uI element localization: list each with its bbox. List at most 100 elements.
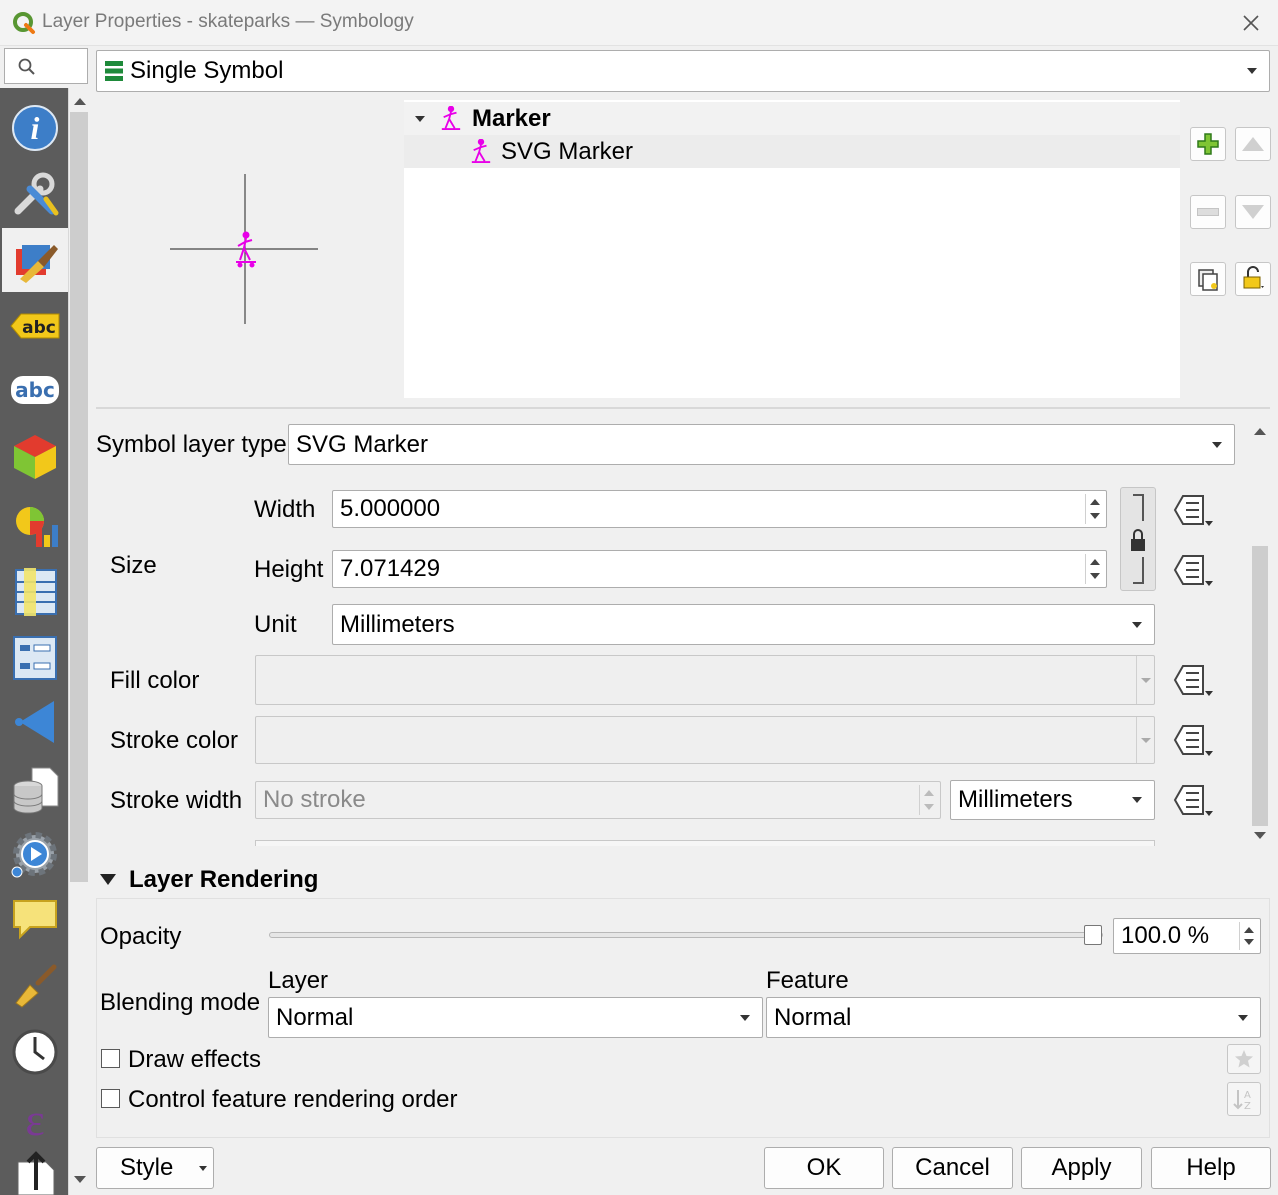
collapse-icon[interactable] (100, 874, 116, 885)
fill-color-label: Fill color (110, 667, 200, 694)
height-data-defined-button[interactable] (1168, 550, 1216, 590)
diagrams-icon (16, 507, 58, 547)
stroke-color-button[interactable] (255, 716, 1155, 764)
fill-color-data-defined-button[interactable] (1168, 660, 1216, 700)
duplicate-symbol-layer-button[interactable] (1190, 262, 1226, 296)
sidebar-item-source[interactable] (2, 162, 68, 226)
scroll-down-icon[interactable] (1254, 832, 1266, 839)
ok-button[interactable]: OK (764, 1147, 884, 1189)
stroke-color-label: Stroke color (110, 727, 239, 754)
close-icon[interactable] (1242, 14, 1260, 32)
stroke-width-stepper[interactable] (919, 785, 938, 815)
properties-scroll-thumb[interactable] (1252, 546, 1268, 826)
sidebar-scroll-thumb[interactable] (70, 112, 88, 882)
scroll-down-icon[interactable] (74, 1176, 86, 1183)
temporal-icon (12, 1029, 58, 1075)
remove-symbol-layer-button[interactable] (1190, 195, 1226, 229)
rendering-order-settings-button[interactable]: A Z (1227, 1082, 1261, 1116)
width-data-defined-button[interactable] (1168, 490, 1216, 530)
sidebar-item-variables[interactable]: ε (2, 1086, 68, 1150)
sidebar-item-metadata[interactable] (2, 1150, 68, 1195)
draw-effects-checkbox[interactable] (101, 1049, 120, 1068)
sidebar-item-fields[interactable] (2, 560, 68, 624)
move-down-button[interactable] (1235, 195, 1271, 229)
apply-button[interactable]: Apply (1021, 1147, 1142, 1189)
unit-label: Unit (254, 611, 297, 638)
svg-text:abc: abc (22, 318, 56, 338)
opacity-slider-handle[interactable] (1084, 925, 1102, 945)
stroke-color-data-defined-button[interactable] (1168, 720, 1216, 760)
sidebar-item-joins[interactable] (2, 690, 68, 754)
sidebar-item-actions[interactable] (2, 822, 68, 886)
marker-label: Marker (472, 105, 551, 132)
symbol-tree-row-marker[interactable]: Marker (404, 102, 1180, 135)
layer-rendering-title[interactable]: Layer Rendering (129, 866, 318, 894)
sort-icon: A Z (1233, 1090, 1251, 1111)
sidebar-item-information[interactable]: i (2, 96, 68, 160)
blending-layer-label: Layer (268, 967, 329, 994)
cancel-button[interactable]: Cancel (892, 1147, 1013, 1189)
qgis-logo-icon (13, 12, 35, 34)
add-symbol-layer-button[interactable] (1190, 127, 1226, 161)
symbology-icon (16, 245, 58, 283)
stroke-unit-select[interactable]: Millimeters (950, 780, 1155, 820)
symbol-layer-type-select[interactable]: SVG Marker (288, 424, 1235, 465)
move-up-button[interactable] (1235, 127, 1271, 161)
svg-text:A: A (1244, 1090, 1251, 1101)
sidebar-item-attributes-form[interactable] (2, 626, 68, 690)
lock-layer-color-button[interactable] (1235, 262, 1271, 296)
lock-icon (1243, 266, 1264, 289)
effects-settings-button[interactable] (1227, 1044, 1261, 1074)
fill-color-dropdown[interactable] (1136, 656, 1154, 704)
3d-view-icon (14, 435, 56, 479)
lock-aspect-ratio-button[interactable] (1120, 487, 1156, 591)
unit-select[interactable]: Millimeters (332, 604, 1155, 645)
renderer-select[interactable]: Single Symbol (96, 50, 1270, 92)
fill-color-button[interactable] (255, 655, 1155, 705)
rendering-order-checkbox[interactable] (101, 1089, 120, 1108)
sidebar-item-diagrams[interactable] (2, 492, 68, 556)
sidebar-item-symbology[interactable] (2, 228, 68, 292)
expand-icon[interactable] (415, 116, 425, 122)
width-spinbox[interactable]: 5.000000 (332, 490, 1107, 528)
sidebar-item-masks[interactable]: abc (2, 358, 68, 422)
stroke-color-dropdown[interactable] (1136, 717, 1154, 763)
stroke-width-spinbox[interactable]: No stroke (255, 781, 941, 819)
rendering-order-label[interactable]: Control feature rendering order (128, 1086, 458, 1114)
sidebar-item-3d-view[interactable] (2, 424, 68, 488)
blending-mode-label: Blending mode (100, 989, 261, 1016)
stroke-width-data-defined-button[interactable] (1168, 780, 1216, 820)
scroll-up-icon[interactable] (1254, 428, 1266, 435)
height-spinbox[interactable]: 7.071429 (332, 550, 1107, 588)
apply-button-label: Apply (1051, 1154, 1112, 1181)
properties-scrollbar[interactable] (1250, 418, 1270, 848)
stroke-width-placeholder: No stroke (263, 786, 366, 813)
masks-icon: abc (11, 376, 59, 404)
width-stepper[interactable] (1085, 494, 1104, 524)
height-stepper[interactable] (1085, 554, 1104, 584)
scroll-up-icon[interactable] (74, 98, 86, 105)
sidebar-item-temporal[interactable] (2, 1020, 68, 1084)
style-button[interactable]: Style (96, 1147, 214, 1189)
layer-blending-select[interactable]: Normal (268, 997, 763, 1038)
symbol-tree-row-svg-marker[interactable]: SVG Marker (404, 135, 1180, 168)
sidebar-item-labels[interactable]: abc (2, 294, 68, 358)
help-button[interactable]: Help (1151, 1147, 1271, 1189)
sidebar-item-display[interactable] (2, 886, 68, 950)
symbol-tree[interactable]: Marker SVG Marker (404, 100, 1180, 398)
actions-icon (11, 832, 57, 878)
sidebar-scrollbar[interactable] (68, 88, 90, 1195)
sidebar-item-rendering[interactable] (2, 954, 68, 1018)
splitter[interactable] (96, 407, 1270, 409)
search-input[interactable] (4, 48, 88, 84)
feature-blending-select[interactable]: Normal (766, 997, 1261, 1038)
opacity-slider[interactable] (269, 925, 1103, 945)
sidebar-item-auxiliary-storage[interactable] (2, 758, 68, 822)
draw-effects-label[interactable]: Draw effects (128, 1046, 261, 1074)
marker-symbol-icon (441, 106, 461, 130)
stroke-width-label: Stroke width (110, 787, 243, 814)
opacity-spinbox[interactable]: 100.0 % (1113, 918, 1261, 954)
plus-icon (1197, 133, 1219, 155)
svg-marker-label: SVG Marker (501, 138, 634, 165)
opacity-stepper[interactable] (1239, 922, 1258, 950)
